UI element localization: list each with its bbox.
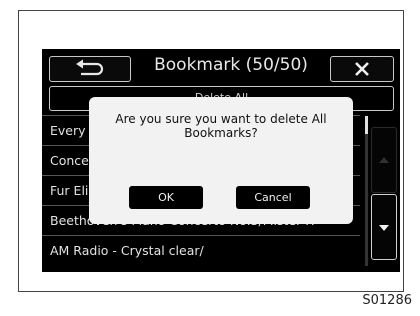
ok-button[interactable]: OK xyxy=(129,186,203,209)
list-item[interactable]: AM Radio - Crystal clear/ xyxy=(42,236,360,265)
back-arrow-icon xyxy=(76,59,104,76)
device-screen: Bookmark (50/50) Delete All Every Concer… xyxy=(42,49,400,272)
triangle-down-icon xyxy=(379,225,389,231)
figure-code: S01286 xyxy=(362,293,412,308)
cancel-button[interactable]: Cancel xyxy=(236,186,310,209)
triangle-up-icon xyxy=(379,157,389,163)
page-title: Bookmark (50/50) xyxy=(154,55,308,75)
scroll-down-button[interactable] xyxy=(371,194,397,260)
back-button[interactable] xyxy=(49,56,131,82)
scrollbar-track[interactable] xyxy=(365,116,368,266)
scroll-up-button[interactable] xyxy=(371,127,397,193)
scrollbar-thumb[interactable] xyxy=(365,116,368,134)
dialog-message: Are you sure you want to delete All Book… xyxy=(115,112,327,140)
confirm-dialog: Are you sure you want to delete All Book… xyxy=(89,97,353,224)
close-x-icon xyxy=(355,62,369,76)
close-button[interactable] xyxy=(330,56,394,82)
